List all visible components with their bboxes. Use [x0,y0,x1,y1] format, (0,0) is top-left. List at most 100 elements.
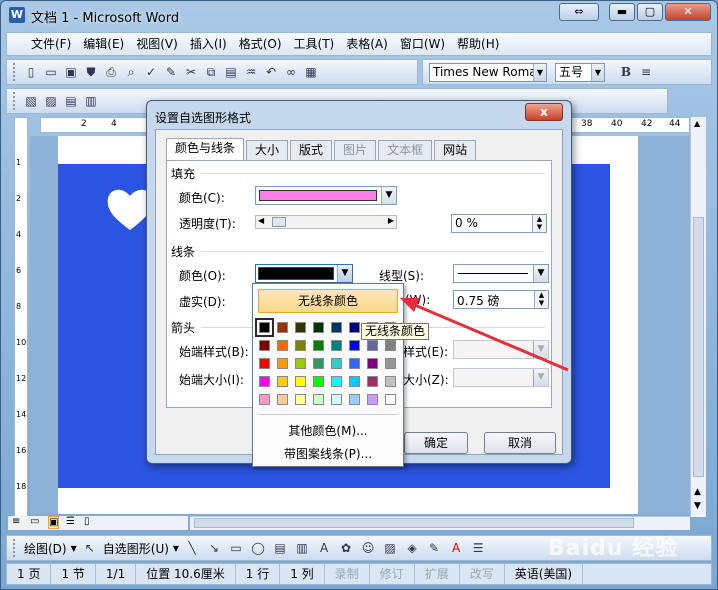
cut-icon[interactable]: ✂ [182,63,200,81]
outline-view-icon[interactable]: ☰ [66,516,75,527]
menu-item[interactable]: 帮助(H) [451,33,505,55]
color-swatch[interactable] [295,322,306,333]
color-swatch[interactable] [385,340,396,351]
color-swatch[interactable] [259,394,270,405]
color-swatch[interactable] [367,340,378,351]
color-swatch[interactable] [313,394,324,405]
diagram-icon[interactable]: ✿ [337,539,355,557]
maximize-button[interactable]: ▢ [637,3,663,21]
normal-view-icon[interactable]: ≡ [12,516,20,527]
tab-layout[interactable]: 版式 [290,140,333,160]
color-swatch[interactable] [295,358,306,369]
slider-left-icon[interactable]: ◀ [258,216,264,225]
toolbar-grip[interactable] [13,63,16,81]
slider-thumb[interactable] [272,217,286,227]
status-field[interactable]: 修订 [370,564,415,584]
color-swatch[interactable] [367,394,378,405]
permission-icon[interactable]: ⛊ [82,63,100,81]
textbox-icon[interactable]: ▤ [271,539,289,557]
next-page-icon[interactable]: ▼ [694,501,701,511]
slider-right-icon[interactable]: ▶ [388,216,394,225]
color-swatch[interactable] [295,394,306,405]
color-swatch[interactable] [277,340,288,351]
more-colors-option[interactable]: 其他颜色(M)... [253,422,403,439]
color-swatch[interactable] [385,394,396,405]
line-style-select[interactable]: ▼ [453,264,549,283]
undo-icon[interactable]: ↶ [262,63,280,81]
autoshapes-menu[interactable]: 自选图形(U) [103,540,169,557]
color-swatch[interactable] [259,376,270,387]
color-swatch[interactable] [313,340,324,351]
color-swatch[interactable] [277,394,288,405]
hyperlink-icon[interactable]: ∞ [282,63,300,81]
status-field[interactable]: 录制 [325,564,370,584]
transparency-slider[interactable]: ◀ ▶ [255,215,397,229]
color-swatch[interactable] [367,358,378,369]
line-color-icon[interactable]: ✎ [425,539,443,557]
color-swatch[interactable] [331,358,342,369]
color-swatch[interactable] [259,358,270,369]
toolbar-grip[interactable] [13,539,16,557]
color-swatch[interactable] [349,322,360,333]
spinner-icon[interactable]: ▲ ▼ [532,215,546,232]
color-swatch[interactable] [277,322,288,333]
menu-item[interactable]: 插入(I) [184,33,233,55]
color-swatch[interactable] [295,376,306,387]
select-pointer-icon[interactable]: ↖ [81,539,99,557]
bold-button[interactable]: B [617,63,635,81]
status-field[interactable]: 改写 [460,564,505,584]
tab-colors-lines[interactable]: 颜色与线条 [166,138,245,160]
table-icon[interactable]: ▦ [302,63,320,81]
spinner-icon[interactable]: ▲ ▼ [534,291,548,308]
prev-page-icon[interactable]: ▲ [694,487,701,497]
menu-item[interactable]: 编辑(E) [77,33,130,55]
font-color-icon[interactable]: A [447,539,465,557]
draw-menu[interactable]: 绘图(D) [24,540,67,557]
oval-icon[interactable]: ◯ [249,539,267,557]
toolbar-icon[interactable]: ▤ [62,92,80,110]
toolbar-icon[interactable]: ▧ [22,92,40,110]
paste-icon[interactable]: ▤ [222,63,240,81]
color-swatch[interactable] [349,340,360,351]
wordart-icon[interactable]: A [315,539,333,557]
menu-item[interactable]: 视图(V) [130,33,184,55]
copy-icon[interactable]: ⧉ [202,63,220,81]
scroll-thumb[interactable] [194,518,634,528]
color-swatch[interactable] [255,318,274,337]
reading-view-icon[interactable]: ▯ [84,516,90,527]
picture-icon[interactable]: ▨ [381,539,399,557]
color-swatch[interactable] [331,394,342,405]
tab-web[interactable]: 网站 [434,140,477,160]
patterned-lines-option[interactable]: 带图案线条(P)... [253,445,403,462]
minimize-button[interactable]: ▬ [609,3,635,21]
ok-button[interactable]: 确定 [404,432,468,454]
print-layout-icon[interactable]: ▣ [48,516,60,529]
no-line-color-option[interactable]: 无线条颜色 [258,289,398,313]
end-style-select[interactable]: ▼ [453,340,549,359]
color-swatch[interactable] [313,322,324,333]
open-folder-icon[interactable]: ▭ [42,63,60,81]
menu-item[interactable]: 工具(T) [288,33,341,55]
color-swatch[interactable] [277,358,288,369]
save-icon[interactable]: ▣ [62,63,80,81]
menu-item[interactable]: 文件(F) [25,33,77,55]
font-name-select[interactable]: Times New Roman ▼ [429,62,547,82]
color-swatch[interactable] [349,358,360,369]
close-button[interactable]: ✕ [665,3,711,21]
new-document-icon[interactable]: ▯ [22,63,40,81]
color-swatch[interactable] [367,376,378,387]
line-icon[interactable]: ╲ [183,539,201,557]
menu-item[interactable]: 表格(A) [340,33,394,55]
vertical-ruler[interactable]: 1 2 4 6 8 10 12 14 16 18 [14,117,28,517]
color-swatch[interactable] [349,394,360,405]
color-swatch[interactable] [313,376,324,387]
clipart-icon[interactable]: ☺ [359,539,377,557]
spelling-icon[interactable]: ✓ [142,63,160,81]
format-painter-icon[interactable]: ♒ [242,63,260,81]
color-swatch[interactable] [349,376,360,387]
tab-picture[interactable]: 图片 [334,140,377,160]
menu-item[interactable]: 窗口(W) [394,33,451,55]
line-color-select[interactable]: ▼ [255,264,353,283]
toolbar-icon[interactable]: ▨ [42,92,60,110]
weight-input[interactable]: 0.75 磅 ▲ ▼ [453,290,549,309]
